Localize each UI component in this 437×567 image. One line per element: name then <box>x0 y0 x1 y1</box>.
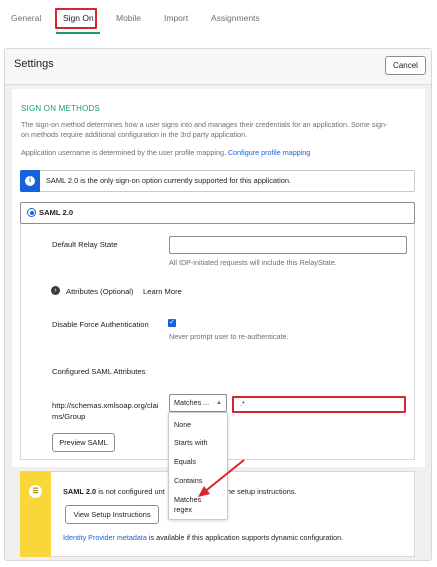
tab-highlight-box <box>55 8 97 29</box>
tab-assignments[interactable]: Assignments <box>211 13 260 23</box>
relay-state-label: Default Relay State <box>52 240 118 249</box>
dropdown-option-equals[interactable]: Equals <box>174 457 196 467</box>
idp-metadata-text: is available if this application support… <box>146 533 344 542</box>
attribute-name-line-2: ms/Group <box>52 412 86 421</box>
match-type-select[interactable]: Matches ... ▲ <box>169 394 227 412</box>
saml-radio-label: SAML 2.0 <box>39 208 74 217</box>
mapping-line: Application username is determined by th… <box>21 148 310 157</box>
tab-bar: General Sign On Mobile Import Assignment… <box>0 0 437 34</box>
relay-state-input[interactable] <box>169 236 407 254</box>
warning-bar <box>20 471 51 557</box>
description-line-1: The sign-on method determines how a user… <box>21 120 388 129</box>
configured-attributes-label: Configured SAML Attributes <box>52 367 146 376</box>
matches-regex-line-1: Matches <box>174 495 202 504</box>
dropdown-option-starts-with[interactable]: Starts with <box>174 438 208 448</box>
section-title: SIGN ON METHODS <box>21 104 101 113</box>
attributes-label[interactable]: Attributes (Optional) <box>66 287 134 296</box>
dropdown-option-contains[interactable]: Contains <box>174 476 202 486</box>
tab-mobile[interactable]: Mobile <box>116 13 141 23</box>
info-text: SAML 2.0 is the only sign-on option curr… <box>46 176 291 185</box>
match-type-value: Matches ... <box>174 398 210 407</box>
page-title: Settings <box>14 58 54 70</box>
idp-metadata-line: Identity Provider metadata is available … <box>63 533 343 542</box>
idp-metadata-link[interactable]: Identity Provider metadata <box>63 533 147 542</box>
description-line-2: on methods require additional configurat… <box>21 130 248 139</box>
attribute-name-line-1: http://schemas.xmlsoap.org/clai <box>52 401 159 410</box>
tab-general[interactable]: General <box>11 13 41 23</box>
preview-saml-button[interactable]: Preview SAML <box>52 433 115 452</box>
active-tab-indicator <box>56 32 100 34</box>
settings-header <box>5 49 431 85</box>
attribute-name: http://schemas.xmlsoap.org/clai ms/Group <box>52 400 158 422</box>
force-auth-checkbox[interactable]: ✓ <box>168 319 176 327</box>
caret-up-icon: ▲ <box>216 400 222 406</box>
learn-more-link[interactable]: Learn More <box>143 287 182 296</box>
cancel-button[interactable]: Cancel <box>385 56 426 75</box>
list-icon: ☰ <box>29 485 42 498</box>
warning-text-part-2: he setup instructions. <box>226 487 297 496</box>
view-setup-instructions-button[interactable]: View Setup Instructions <box>65 505 159 524</box>
dropdown-option-matches-regex[interactable]: Matches regex <box>174 495 201 515</box>
dropdown-option-none[interactable]: None <box>174 420 191 430</box>
sign-on-description: The sign-on method determines how a user… <box>21 120 417 140</box>
tab-import[interactable]: Import <box>164 13 188 23</box>
matches-regex-line-2: regex <box>174 505 192 514</box>
chevron-right-icon[interactable]: › <box>51 286 60 295</box>
configure-profile-mapping-link[interactable]: Configure profile mapping <box>228 148 310 157</box>
relay-state-hint: All IDP-initiated requests will include … <box>169 258 337 267</box>
saml-radio[interactable] <box>27 208 36 217</box>
regex-input[interactable]: .* <box>232 396 406 413</box>
warning-text-part-1: is not configured unt <box>96 487 165 496</box>
force-auth-hint: Never prompt user to re-authenticate. <box>169 332 289 341</box>
mapping-text: Application username is determined by th… <box>21 148 226 157</box>
info-icon: i <box>25 176 35 186</box>
saml-option[interactable] <box>20 202 415 224</box>
match-type-dropdown: None Starts with Equals Contains Matches… <box>168 412 228 520</box>
force-auth-label: Disable Force Authentication <box>52 320 149 329</box>
warning-bold: SAML 2.0 <box>63 487 97 496</box>
